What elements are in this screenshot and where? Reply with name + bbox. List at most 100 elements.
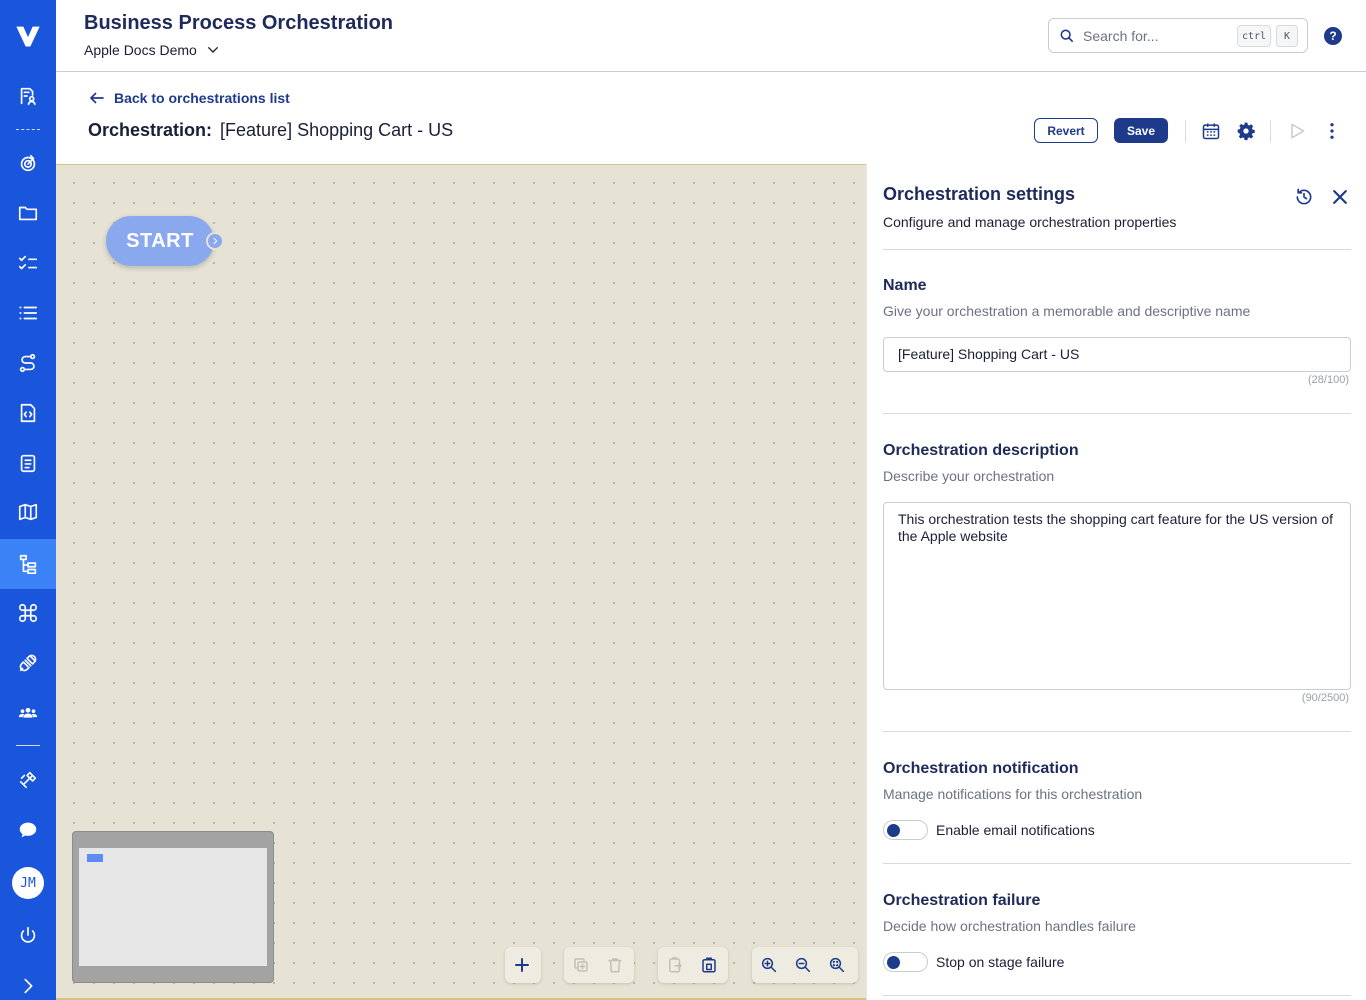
settings-button[interactable]: [1235, 120, 1257, 142]
start-node[interactable]: START: [106, 216, 214, 266]
avatar[interactable]: JM: [12, 867, 44, 899]
zoom-in-button[interactable]: [752, 947, 786, 983]
logo-icon: [16, 26, 40, 47]
plus-icon: [515, 958, 529, 972]
run-button[interactable]: [1286, 120, 1308, 142]
revert-button[interactable]: Revert: [1034, 118, 1098, 143]
search-box[interactable]: ctrl K: [1048, 18, 1308, 53]
chevron-right-icon: [213, 237, 218, 245]
delete-button[interactable]: [598, 947, 632, 983]
history-button[interactable]: [1293, 186, 1315, 208]
sidebar-divider: [16, 129, 40, 130]
description-textarea[interactable]: This orchestration tests the shopping ca…: [883, 502, 1351, 690]
copy-button[interactable]: [658, 947, 692, 983]
sidebar-item-documents[interactable]: [0, 72, 56, 120]
close-panel-button[interactable]: [1329, 186, 1351, 208]
satellite-icon: [19, 771, 37, 789]
sidebar-item-chat[interactable]: [0, 806, 56, 854]
stop-on-failure-label: Stop on stage failure: [936, 954, 1065, 970]
name-char-counter: (28/100): [1308, 374, 1349, 386]
calendar-icon: [1202, 123, 1220, 140]
minimap-viewport[interactable]: [79, 848, 267, 966]
add-stage-button[interactable]: [505, 947, 539, 983]
settings-panel: Orchestration settings Configure and man…: [866, 164, 1366, 1000]
schedule-button[interactable]: [1200, 120, 1222, 142]
notification-section-title: Orchestration notification: [883, 760, 1079, 777]
sidebar-expand-button[interactable]: [0, 962, 56, 1000]
name-field[interactable]: [Feature] Shopping Cart - US: [883, 337, 1351, 372]
panel-title: Orchestration settings: [883, 184, 1076, 204]
help-icon[interactable]: ?: [1324, 27, 1342, 45]
sidebar-divider: [16, 745, 40, 746]
workspace-name: Apple Docs Demo: [84, 42, 197, 58]
orchestration-canvas[interactable]: START: [56, 164, 866, 1000]
search-icon: [1060, 29, 1074, 42]
chevron-right-icon: [24, 978, 33, 994]
workspace-selector[interactable]: Apple Docs Demo: [84, 42, 221, 58]
divider: [883, 995, 1351, 996]
divider: [883, 413, 1351, 414]
gear-icon: [1237, 122, 1255, 141]
clipboard-copy-icon: [669, 957, 682, 973]
sidebar-item-folders[interactable]: [0, 189, 56, 237]
orchestration-label: Orchestration:: [88, 120, 213, 140]
sidebar-item-scripts[interactable]: [0, 389, 56, 437]
checklist-icon: [18, 255, 38, 270]
zoom-out-button[interactable]: [786, 947, 820, 983]
search-input[interactable]: [1083, 27, 1233, 44]
description-char-counter: (90/2500): [1301, 692, 1349, 704]
close-icon: [1333, 190, 1347, 204]
start-node-connector[interactable]: [206, 232, 224, 250]
toggle-knob: [887, 824, 900, 837]
sidebar-item-routes[interactable]: [0, 339, 56, 387]
notification-section-description: Manage notifications for this orchestrat…: [883, 786, 1143, 802]
shortcut-key-k: K: [1276, 25, 1298, 47]
stop-on-failure-toggle[interactable]: [883, 952, 928, 972]
save-button[interactable]: Save: [1114, 118, 1168, 143]
duplicate-button[interactable]: [564, 947, 598, 983]
clipboard-controls: [658, 947, 728, 983]
add-controls: [505, 947, 541, 983]
toolbar-divider: [1185, 120, 1186, 142]
arrow-left-icon: [90, 92, 104, 104]
sidebar-item-orchestration[interactable]: [0, 539, 56, 589]
sidebar-item-lists[interactable]: [0, 289, 56, 337]
more-options-button[interactable]: [1321, 120, 1343, 142]
zoom-controls: [752, 947, 858, 983]
sidebar-item-checks[interactable]: [0, 239, 56, 287]
divider: [883, 249, 1351, 250]
back-to-list-link[interactable]: Back to orchestrations list: [88, 89, 290, 107]
failure-section-description: Decide how orchestration handles failure: [883, 918, 1136, 934]
sidebar-item-test-plans[interactable]: [0, 439, 56, 487]
orchestration-icon: [19, 554, 37, 574]
app-root: JM Business Process Orchestration Apple …: [0, 0, 1366, 1000]
chevron-down-icon: [207, 46, 218, 53]
zoom-fit-button[interactable]: [820, 947, 854, 983]
sidebar-item-users[interactable]: [0, 689, 56, 737]
sidebar-item-integrations[interactable]: [0, 639, 56, 687]
users-icon: [18, 707, 38, 718]
sidebar-item-maps[interactable]: [0, 488, 56, 536]
folder-icon: [18, 206, 38, 221]
sidebar-item-commands[interactable]: [0, 589, 56, 637]
paste-button[interactable]: [692, 947, 726, 983]
more-vertical-icon: [1330, 123, 1334, 139]
play-icon: [1291, 123, 1305, 139]
panel-subtitle: Configure and manage orchestration prope…: [883, 214, 1177, 230]
orchestration-name: [Feature] Shopping Cart - US: [220, 120, 454, 140]
sidebar-item-profile[interactable]: JM: [0, 859, 56, 907]
email-notifications-toggle[interactable]: [883, 820, 928, 840]
minimap[interactable]: [72, 831, 274, 983]
sidebar-item-targets[interactable]: [0, 139, 56, 187]
duplicate-icon: [574, 958, 588, 972]
plug-icon: [19, 654, 37, 672]
sidebar: JM: [0, 0, 56, 1000]
name-section-description: Give your orchestration a memorable and …: [883, 303, 1251, 319]
sidebar-item-satellite[interactable]: [0, 756, 56, 804]
toggle-knob: [887, 956, 900, 969]
target-icon: [20, 154, 36, 172]
logo[interactable]: [0, 12, 56, 60]
power-icon: [20, 926, 36, 943]
edit-controls: [564, 947, 634, 983]
sidebar-item-logout[interactable]: [0, 912, 56, 960]
